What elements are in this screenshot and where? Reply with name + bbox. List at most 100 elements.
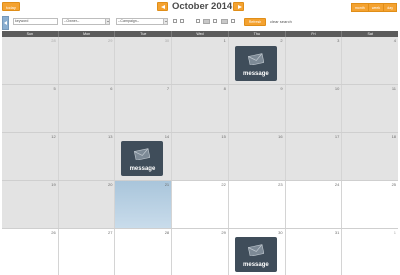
week-row: 12 13 14 message 15 16 17 18	[2, 133, 399, 181]
day-cell[interactable]: 29	[58, 37, 116, 84]
day-cell[interactable]: 1	[342, 229, 399, 275]
event-label: message	[129, 166, 156, 172]
campaign-select-value: --Campaign--	[118, 19, 140, 23]
filter-checkbox-4[interactable]	[213, 19, 217, 23]
message-event[interactable]: message	[234, 46, 277, 81]
day-number: 1	[223, 38, 226, 43]
clear-search-link[interactable]: clear search	[270, 19, 292, 24]
view-month-button[interactable]: month	[350, 3, 368, 12]
next-month-button[interactable]	[233, 2, 244, 11]
day-cell[interactable]: 3	[285, 37, 343, 84]
owner-select[interactable]: --Owner--	[62, 18, 110, 25]
day-number: 6	[110, 86, 113, 91]
day-number: 3	[337, 38, 340, 43]
filter-bar	[0, 15, 400, 29]
prev-month-button[interactable]	[157, 2, 168, 11]
day-number: 28	[164, 230, 170, 235]
day-cell[interactable]: 24	[285, 181, 343, 228]
day-cell[interactable]: 22	[172, 181, 229, 228]
day-cell[interactable]: 11	[342, 85, 399, 132]
day-cell[interactable]: 18	[342, 133, 399, 180]
day-cell[interactable]: 17	[285, 133, 343, 180]
day-number: 24	[334, 182, 340, 187]
day-number: 1	[393, 230, 397, 235]
day-cell[interactable]: 9	[228, 85, 286, 132]
day-cell[interactable]: 2 message	[228, 37, 286, 84]
day-cell[interactable]: 20	[58, 181, 116, 228]
refresh-button[interactable]: Refresh	[244, 18, 266, 26]
day-cell[interactable]: 28	[115, 229, 173, 275]
message-event[interactable]: message	[121, 141, 164, 176]
sidebar-toggle[interactable]	[2, 16, 9, 30]
today-button[interactable]: today	[2, 2, 20, 11]
day-cell[interactable]: 13	[58, 133, 116, 180]
day-cell[interactable]: 30	[115, 37, 173, 84]
week-row: 26 27 28 29 30 message 31 1	[2, 229, 399, 275]
day-cell[interactable]: 1	[172, 37, 229, 84]
filter-checkbox-5[interactable]	[231, 19, 235, 23]
chevron-down-icon	[105, 19, 109, 24]
message-event[interactable]: message	[234, 237, 277, 272]
event-label: message	[243, 71, 269, 77]
day-cell[interactable]: 27	[58, 229, 116, 275]
view-day-button[interactable]: day	[383, 3, 397, 12]
day-number: 10	[334, 86, 340, 91]
filter-type-icon-2[interactable]	[221, 19, 228, 24]
view-switcher: month week day	[350, 3, 397, 12]
day-number: 21	[164, 182, 170, 187]
day-number: 2	[280, 38, 283, 43]
day-number: 31	[334, 230, 340, 235]
filter-type-icon-1[interactable]	[203, 19, 210, 24]
day-number: 25	[391, 182, 397, 187]
day-cell[interactable]: 23	[228, 181, 286, 228]
day-cell[interactable]: 5	[2, 85, 59, 132]
campaign-select[interactable]: --Campaign--	[116, 18, 168, 25]
filter-checkbox-2[interactable]	[180, 19, 184, 23]
day-cell[interactable]: 31	[285, 229, 343, 275]
day-cell[interactable]: 28	[2, 37, 59, 84]
day-number: 13	[107, 134, 113, 139]
day-number: 7	[166, 86, 170, 91]
day-number: 30	[278, 230, 283, 235]
day-cell[interactable]: 8	[172, 85, 229, 132]
day-cell[interactable]: 12	[2, 133, 59, 180]
week-row: 28 29 30 1 2 message 3 4	[2, 37, 399, 85]
envelope-icon	[247, 244, 264, 256]
day-cell[interactable]: 4	[342, 37, 399, 84]
day-cell[interactable]: 16	[228, 133, 286, 180]
day-cell[interactable]: 30 message	[228, 229, 286, 275]
filter-checkbox-1[interactable]	[173, 19, 177, 23]
chevron-left-icon	[161, 5, 165, 9]
day-number: 15	[221, 134, 226, 139]
day-cell[interactable]: 7	[115, 85, 173, 132]
day-cell[interactable]: 15	[172, 133, 229, 180]
day-number: 26	[51, 230, 56, 235]
owner-select-value: --Owner--	[64, 19, 80, 23]
day-number: 5	[53, 86, 56, 91]
month-grid: 28 29 30 1 2 message 3 4 5 6 7 8 9 10 11…	[2, 37, 399, 275]
day-cell-today[interactable]: 21	[115, 181, 173, 228]
day-number: 22	[221, 182, 226, 187]
day-cell[interactable]: 26	[2, 229, 59, 275]
event-label: message	[243, 262, 269, 268]
day-cell[interactable]: 29	[172, 229, 229, 275]
month-title: October 2014	[172, 1, 233, 12]
chevron-right-icon	[238, 5, 242, 9]
day-cell[interactable]: 6	[58, 85, 116, 132]
day-number: 17	[334, 134, 340, 139]
view-week-button[interactable]: week	[367, 3, 384, 12]
day-cell[interactable]: 25	[342, 181, 399, 228]
keyword-input[interactable]: keyword	[13, 18, 58, 25]
filter-checkbox-3[interactable]	[196, 19, 200, 23]
chevron-down-icon	[163, 19, 167, 24]
day-cell[interactable]: 10	[285, 85, 343, 132]
day-number: 27	[107, 230, 113, 235]
day-number: 12	[51, 134, 56, 139]
day-number: 20	[107, 182, 113, 187]
day-cell[interactable]: 14 message	[115, 133, 173, 180]
day-number: 8	[223, 86, 226, 91]
day-number: 23	[278, 182, 283, 187]
envelope-icon	[247, 53, 264, 65]
day-cell[interactable]: 19	[2, 181, 59, 228]
collapse-arrow-icon	[4, 21, 7, 25]
